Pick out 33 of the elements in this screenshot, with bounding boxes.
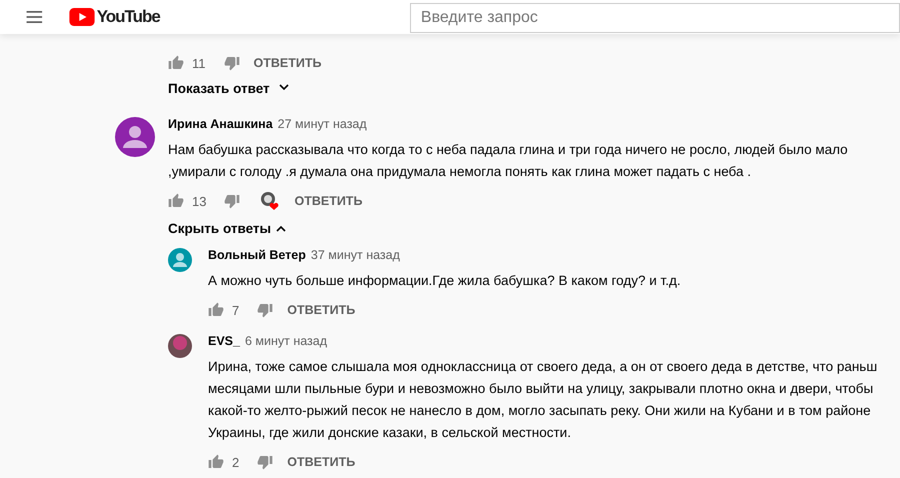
reply-text: Ирина, тоже самое слышала моя одноклассница от своего деда, а он от своего деда в детстве, что раньш месяцами шли пыльные бури и невозможно было выйти на улицу, закрывали плотно окна и двери, чтобы какой-то желто-рыжий песок не нанесло в дом, могло засыпать реку. Они жили на Кубани и в том районе Украины, где жили донские казаки, в сельской местности. [208, 358, 878, 442]
author-name[interactable]: Ирина Анашкина [168, 117, 273, 131]
thumbs-up-icon[interactable] [168, 193, 184, 209]
thumbs-up-icon[interactable] [168, 55, 184, 71]
show-replies-button[interactable]: Показать ответ [168, 81, 270, 96]
avatar-photo[interactable] [168, 334, 192, 358]
thumbs-up-icon[interactable] [208, 302, 224, 318]
comment-time[interactable]: 6 минут назад [244, 334, 328, 348]
author-name[interactable]: EVS_ [208, 334, 240, 348]
comment-time[interactable]: 37 минут назад [310, 248, 400, 262]
thumbs-down-icon[interactable] [224, 55, 240, 71]
logo-text[interactable]: YouTube [96, 7, 160, 27]
like-count: 11 [192, 56, 206, 70]
search-field[interactable]: Введите запрос [410, 3, 900, 33]
reply-button[interactable]: ОТВЕТИТЬ [273, 303, 356, 317]
thumbs-down-icon[interactable] [257, 302, 274, 318]
avatar-icon[interactable] [115, 117, 155, 157]
thumbs-up-icon[interactable] [208, 454, 224, 470]
like-count: 13 [192, 194, 206, 208]
reply-button[interactable]: ОТВЕТИТЬ [240, 56, 322, 70]
reply-button[interactable]: ОТВЕТИТЬ [280, 194, 362, 208]
thumbs-down-icon[interactable] [257, 454, 274, 470]
reply-button[interactable]: ОТВЕТИТЬ [273, 455, 356, 469]
thumbs-down-icon[interactable] [224, 193, 240, 209]
like-count: 2 [232, 454, 240, 470]
avatar-icon[interactable] [168, 248, 192, 272]
author-name[interactable]: Вольный Ветер [208, 248, 306, 262]
like-count: 7 [232, 302, 240, 318]
reply-text: А можно чуть больше информации.Где жила бабушка? В каком году? и т.д. [208, 272, 681, 290]
hide-replies-button[interactable]: Скрыть ответы [168, 221, 272, 236]
comment-time[interactable]: 27 минут назад [278, 117, 367, 131]
comment-text: Нам бабушка рассказывала что когда то с неба падала глина и три года ничего не росло, людей было мало ,умирали с голоду .я думала она придумала немогла понять как глина может падать с неба . [168, 141, 849, 181]
play-logo-icon[interactable] [68, 8, 95, 26]
